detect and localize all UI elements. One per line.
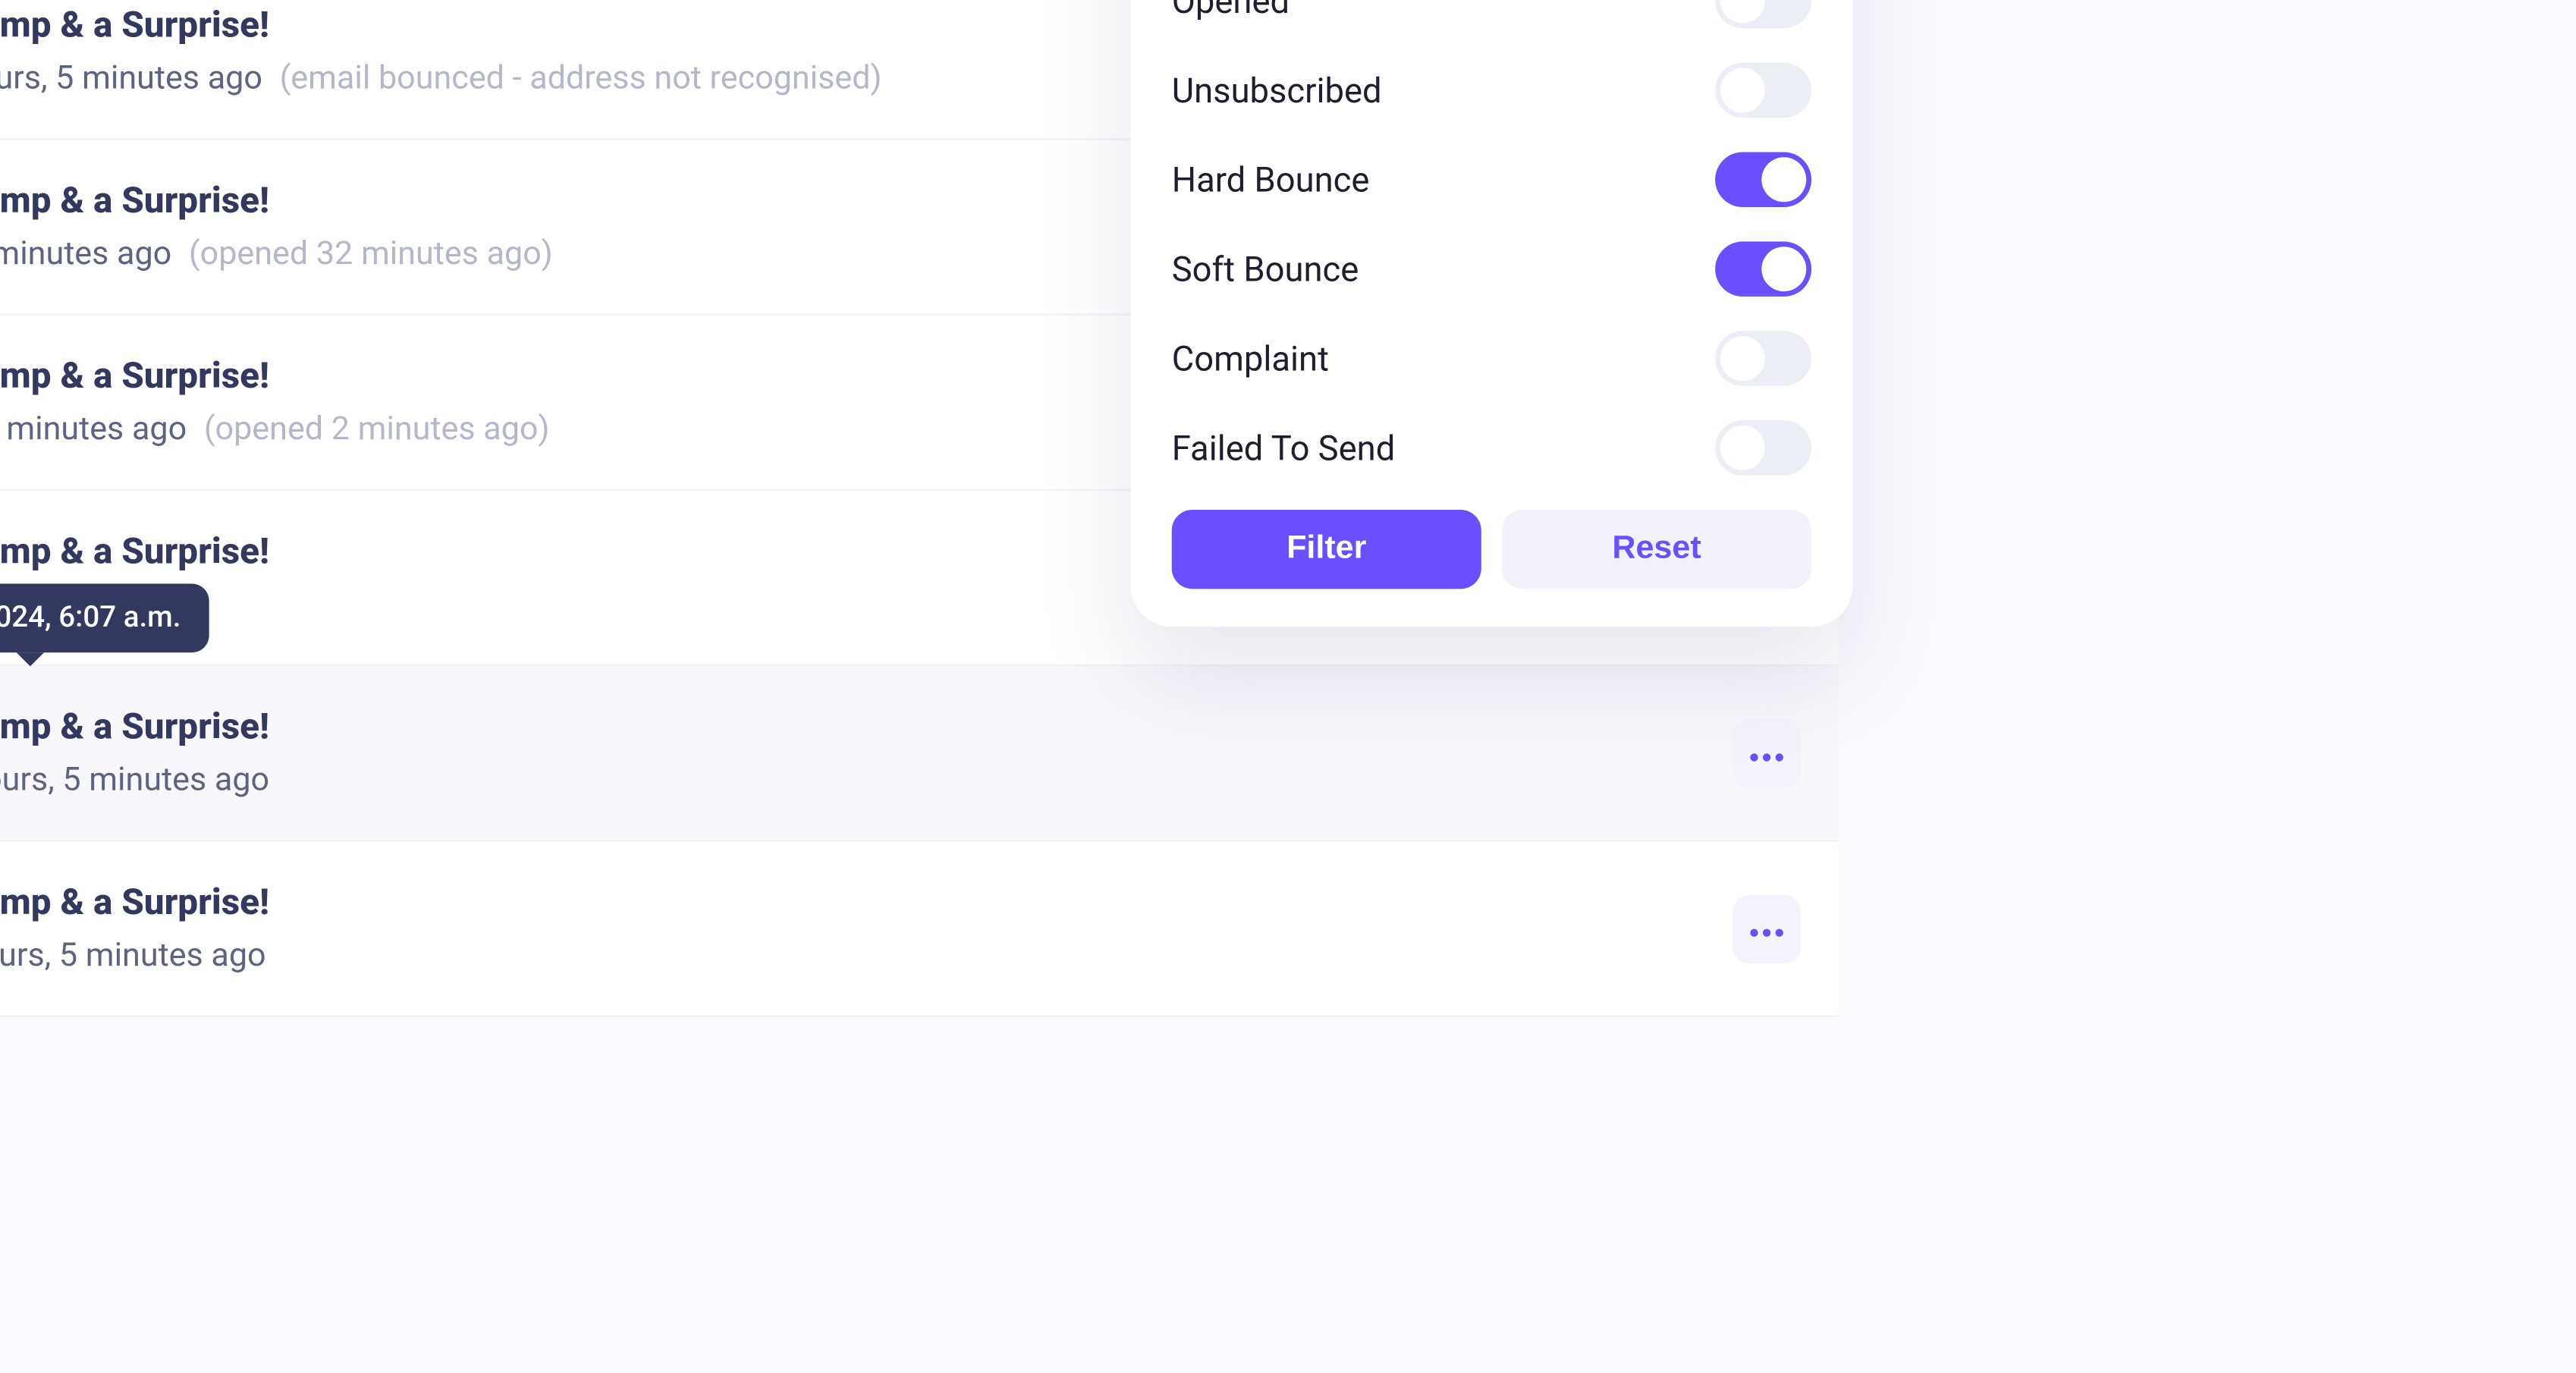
filter-toggle[interactable] xyxy=(1715,331,1811,386)
filter-toggle[interactable] xyxy=(1715,152,1811,208)
timestamp-tooltip: 13 Mar 2024, 6:07 a.m. xyxy=(0,584,209,653)
ellipsis-icon xyxy=(1748,913,1786,945)
email-row-time: 3 hours, 5 minutes ago xyxy=(0,408,187,448)
filter-apply-button[interactable]: Filter xyxy=(1172,510,1481,589)
row-menu-button[interactable] xyxy=(1733,894,1802,963)
filter-option: Complaint xyxy=(1172,331,1811,386)
ellipsis-icon xyxy=(1748,737,1786,769)
email-row-time: 3 hours, 5 minutes ago xyxy=(0,233,171,272)
email-row-note: (email bounced - address not recognised) xyxy=(280,58,882,97)
filter-option: Soft Bounce xyxy=(1172,241,1811,297)
filter-toggle[interactable] xyxy=(1715,241,1811,297)
filter-option: Unsubscribed xyxy=(1172,63,1811,118)
filter-actions: Filter Reset xyxy=(1172,510,1811,589)
filter-option-label: Unsubscribed xyxy=(1172,70,1382,111)
filter-option-label: Complaint xyxy=(1172,338,1329,379)
filter-reset-button[interactable]: Reset xyxy=(1502,510,1811,589)
filter-option: Hard Bounce xyxy=(1172,152,1811,208)
row-menu-button[interactable] xyxy=(1733,718,1802,787)
filter-option-label: Soft Bounce xyxy=(1172,248,1359,289)
email-row-time: 3 hours, 5 minutes ago xyxy=(0,58,262,97)
email-row-body: Welcome to The Creators Bootcamp & a Sur… xyxy=(0,708,1684,799)
email-row-time: 3 hours, 5 minutes ago xyxy=(0,935,266,974)
email-row-time: 3 hours, 5 minutes ago xyxy=(0,759,269,799)
filter-option-label: Failed To Send xyxy=(1172,427,1396,468)
email-row-subject: Welcome to The Creators Bootcamp & a Sur… xyxy=(0,883,1684,924)
filter-option: Failed To Send xyxy=(1172,420,1811,476)
email-row-meta: inspector@gadget.com 3 hours, 5 minutes … xyxy=(0,935,1684,974)
email-row[interactable]: Welcome to The Creators Bootcamp & a Sur… xyxy=(0,666,1839,841)
email-row-meta: roadrunner@acme.com 3 hours, 5 minutes a… xyxy=(0,759,1684,799)
filter-option-label: Opened xyxy=(1172,0,1290,21)
filter-option: Opened xyxy=(1172,0,1811,28)
filter-toggle[interactable] xyxy=(1715,0,1811,28)
email-row-note: (opened 2 minutes ago) xyxy=(204,408,550,448)
filter-panel: Status Delivered Opened Unsubscribed Har… xyxy=(1130,0,1852,627)
app-root: Search Status Delivered Opened Unsubscri… xyxy=(0,0,1856,991)
email-row-note: (opened 32 minutes ago) xyxy=(189,233,553,272)
email-row-body: Welcome to The Creators Bootcamp & a Sur… xyxy=(0,883,1684,974)
filter-option-label: Hard Bounce xyxy=(1172,159,1370,200)
email-row-subject: Welcome to The Creators Bootcamp & a Sur… xyxy=(0,708,1684,749)
filter-toggle[interactable] xyxy=(1715,63,1811,118)
email-row[interactable]: Welcome to The Creators Bootcamp & a Sur… xyxy=(0,842,1839,1017)
filter-toggle[interactable] xyxy=(1715,420,1811,476)
